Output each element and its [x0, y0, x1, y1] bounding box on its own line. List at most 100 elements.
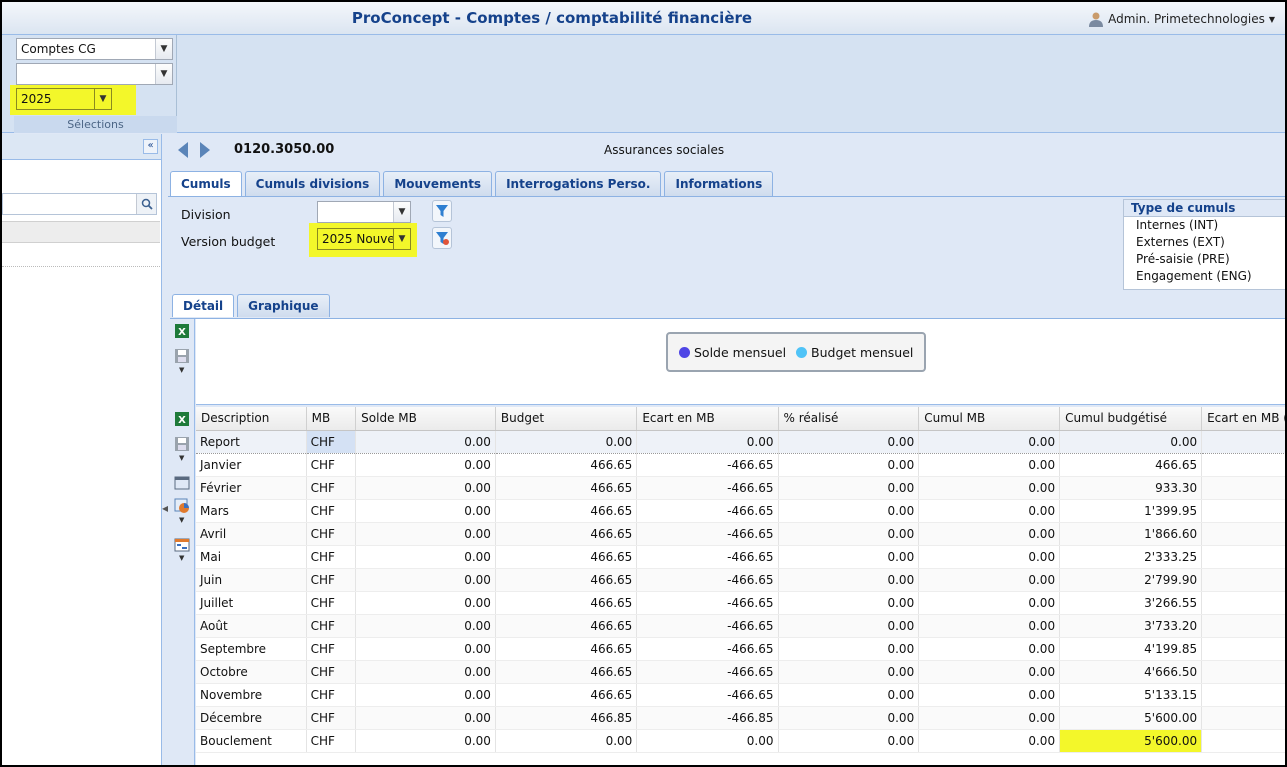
chevron-down-icon[interactable]: ▼	[155, 39, 172, 59]
table-cell[interactable]: 0.00	[778, 453, 920, 477]
table-cell[interactable]: 0.00	[918, 614, 1061, 638]
table-cell[interactable]: 0.00	[495, 729, 638, 753]
table-cell[interactable]: CHF	[306, 545, 357, 569]
table-cell[interactable]: 0.00	[918, 476, 1061, 500]
excel-export-icon[interactable]: X	[173, 322, 191, 340]
table-row[interactable]: Mai CHF 0.00 466.65 -466.65 0.00 0.00 2'333.25	[196, 545, 1285, 569]
legend-solde[interactable]: Solde mensuel	[679, 345, 786, 360]
table-cell[interactable]: 0.00	[355, 660, 496, 684]
column-header[interactable]: Budget	[495, 407, 638, 431]
table-cell[interactable]: 0.00	[918, 729, 1061, 753]
cumul-type-item[interactable]: Pré-saisie (PRE)	[1124, 251, 1285, 268]
table-cell[interactable]: 466.65	[495, 476, 638, 500]
chevron-down-icon[interactable]: ▼	[94, 89, 111, 109]
table-row[interactable]: Septembre CHF 0.00 466.65 -466.65 0.00 0.00 4'1…	[196, 637, 1285, 661]
table-cell[interactable]: Novembre	[196, 683, 307, 707]
table-cell[interactable]: 0.00	[355, 453, 496, 477]
table-cell[interactable]: Mars	[196, 499, 307, 523]
table-cell[interactable]: 3'266.55	[1059, 591, 1203, 615]
table-cell[interactable]: 466.65	[495, 591, 638, 615]
table-row[interactable]: Janvier CHF 0.00 466.65 -466.65 0.00 0.00 466.6…	[196, 453, 1285, 477]
search-icon[interactable]	[136, 194, 156, 214]
table-cell[interactable]: 0.00	[355, 614, 496, 638]
table-cell[interactable]: CHF	[306, 453, 357, 477]
table-cell[interactable]: Janvier	[196, 453, 307, 477]
table-cell[interactable]: 5'600.00	[1059, 706, 1203, 730]
table-cell[interactable]: 0.00	[355, 499, 496, 523]
dropdown-arrow-icon[interactable]: ▼	[179, 554, 184, 562]
table-cell[interactable]: -466.65	[636, 499, 779, 523]
column-header[interactable]: Description	[196, 407, 307, 431]
table-cell[interactable]: 0.00	[355, 568, 496, 592]
table-cell[interactable]: 5'600.00	[1059, 729, 1203, 753]
table-row[interactable]: Février CHF 0.00 466.65 -466.65 0.00 0.00 933.3…	[196, 476, 1285, 500]
table-cell[interactable]: 0.00	[778, 522, 920, 546]
table-cell[interactable]: 0.00	[636, 729, 779, 753]
table-cell[interactable]: 1'399.95	[1059, 499, 1203, 523]
table-cell[interactable]: -466.85	[636, 706, 779, 730]
table-row[interactable]: Juillet CHF 0.00 466.65 -466.65 0.00 0.00 3'266…	[196, 591, 1285, 615]
left-search-input[interactable]	[2, 193, 157, 215]
table-cell[interactable]: 0.00	[1059, 430, 1203, 454]
table-cell[interactable]: 0.00	[355, 683, 496, 707]
table-cell[interactable]: Septembre	[196, 637, 307, 661]
table-cell[interactable]: 0.00	[778, 499, 920, 523]
table-cell[interactable]: -466.65	[636, 568, 779, 592]
table-cell[interactable]: 466.65	[495, 453, 638, 477]
table-cell[interactable]: 0.00	[636, 430, 779, 454]
table-cell[interactable]: CHF	[306, 522, 357, 546]
save-icon[interactable]	[173, 347, 191, 365]
table-cell[interactable]: 466.65	[495, 499, 638, 523]
table-cell[interactable]: CHF	[306, 683, 357, 707]
table-cell[interactable]: 0.00	[778, 545, 920, 569]
column-header[interactable]: % réalisé	[778, 407, 920, 431]
cumul-type-item[interactable]: Engagement (ENG)	[1124, 268, 1285, 285]
table-cell[interactable]: 0.00	[918, 545, 1061, 569]
tab-detail[interactable]: Détail	[172, 294, 235, 317]
table-cell[interactable]: 0.00	[778, 476, 920, 500]
table-cell[interactable]: 0.00	[355, 522, 496, 546]
table-settings-icon[interactable]	[173, 536, 191, 554]
tab-informations[interactable]: Informations	[664, 171, 774, 196]
table-cell[interactable]: Août	[196, 614, 307, 638]
table-cell[interactable]: 0.00	[918, 591, 1061, 615]
table-cell[interactable]: CHF	[306, 637, 357, 661]
column-header[interactable]: Cumul budgétisé	[1059, 407, 1203, 431]
table-cell[interactable]: 0.00	[918, 430, 1061, 454]
filter-icon[interactable]	[432, 200, 452, 222]
table-cell[interactable]: -466.65	[636, 683, 779, 707]
table-cell[interactable]: 0.00	[918, 499, 1061, 523]
table-cell[interactable]: Bouclement	[196, 729, 307, 753]
table-cell[interactable]: CHF	[306, 499, 357, 523]
table-row[interactable]: Juin CHF 0.00 466.65 -466.65 0.00 0.00 2'799.90	[196, 568, 1285, 592]
table-cell[interactable]: CHF	[306, 476, 357, 500]
table-cell[interactable]: 0.00	[778, 729, 920, 753]
table-cell[interactable]: 5'133.15	[1059, 683, 1203, 707]
table-cell[interactable]: Octobre	[196, 660, 307, 684]
table-cell[interactable]: -466.65	[636, 637, 779, 661]
table-cell[interactable]: 0.00	[918, 683, 1061, 707]
filter-clear-icon[interactable]	[432, 227, 452, 249]
table-cell[interactable]: 0.00	[778, 706, 920, 730]
table-cell[interactable]: 4'199.85	[1059, 637, 1203, 661]
table-cell[interactable]: CHF	[306, 729, 357, 753]
table-cell[interactable]: Décembre	[196, 706, 307, 730]
table-cell[interactable]: 0.00	[778, 591, 920, 615]
table-cell[interactable]: 0.00	[355, 476, 496, 500]
next-record-icon[interactable]	[200, 142, 210, 158]
table-cell[interactable]: 4'666.50	[1059, 660, 1203, 684]
table-cell[interactable]: -466.65	[636, 545, 779, 569]
table-row[interactable]: Décembre CHF 0.00 466.85 -466.85 0.00 0.00 5'60…	[196, 706, 1285, 730]
table-cell[interactable]: 0.00	[778, 660, 920, 684]
table-cell[interactable]: 2'799.90	[1059, 568, 1203, 592]
tab-graphique[interactable]: Graphique	[237, 294, 330, 317]
table-cell[interactable]: 0.00	[918, 568, 1061, 592]
column-header[interactable]: Cumul MB	[918, 407, 1061, 431]
tab-cumuls[interactable]: Cumuls	[170, 171, 242, 197]
table-cell[interactable]: 0.00	[918, 706, 1061, 730]
cumul-type-item[interactable]: Internes (INT)	[1124, 217, 1285, 234]
table-cell[interactable]: CHF	[306, 706, 357, 730]
tab-interrogations[interactable]: Interrogations Perso.	[495, 171, 662, 196]
chevron-down-icon[interactable]: ▼	[393, 229, 410, 249]
table-cell[interactable]: 466.65	[495, 545, 638, 569]
